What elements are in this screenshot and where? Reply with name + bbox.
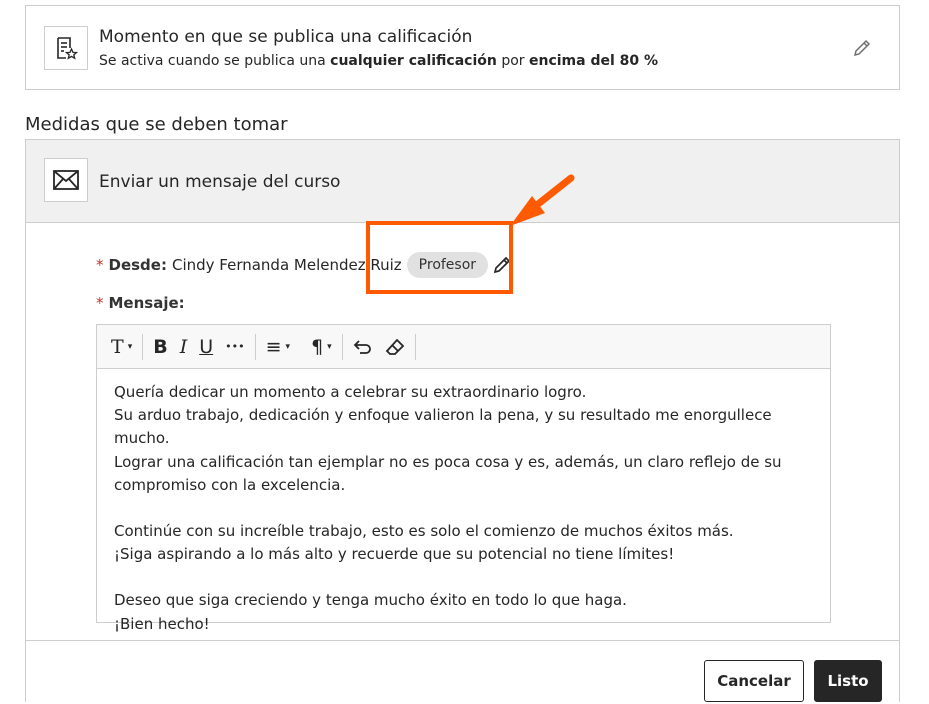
undo-button[interactable] [347, 332, 379, 362]
trigger-card: Momento en que se publica una calificaci… [25, 5, 900, 90]
trigger-edit-button[interactable] [852, 38, 872, 58]
pencil-icon [493, 256, 511, 274]
action-header: Enviar un mensaje del curso [26, 140, 899, 223]
role-badge: Profesor [406, 252, 489, 278]
text-style-icon: T [111, 335, 124, 358]
cancel-button[interactable]: Cancelar [704, 660, 804, 702]
message-line: compromiso con la excelencia. [114, 475, 346, 494]
paragraph-icon: ¶ [311, 335, 324, 358]
trigger-desc-threshold: encima del 80 % [528, 53, 659, 69]
trigger-desc-grade: cualquier calificación [330, 53, 497, 69]
action-title: Enviar un mensaje del curso [99, 172, 341, 192]
message-line: Lograr una calificación tan ejemplar no … [114, 452, 782, 471]
message-line: ¡Bien hecho! [114, 614, 210, 633]
from-name: Cindy Fernanda Melendez Ruiz [171, 256, 402, 274]
toolbar-separator [254, 333, 256, 360]
message-label-row: * Mensaje: [96, 294, 190, 312]
bold-icon: B [153, 335, 168, 358]
text-style-dropdown[interactable]: T ▾ [105, 332, 138, 362]
message-line: Quería dedicar un momento a celebrar su … [114, 383, 587, 401]
message-label: Mensaje: [108, 294, 185, 312]
trigger-icon-box [44, 26, 88, 70]
chevron-down-icon: ▾ [127, 341, 133, 352]
align-left-icon: ≡ [265, 335, 282, 358]
from-edit-button[interactable] [492, 255, 512, 275]
chevron-down-icon: ▾ [327, 341, 332, 352]
toolbar-separator [414, 333, 416, 360]
action-card: Enviar un mensaje del curso * Desde: Cin… [25, 139, 900, 702]
from-row: * Desde: Cindy Fernanda Melendez Ruiz Pr… [96, 252, 512, 278]
toolbar-separator [142, 333, 144, 360]
required-mark: * [96, 294, 104, 312]
action-icon-box [44, 158, 88, 202]
message-blank-line [114, 566, 813, 589]
message-blank-line [114, 497, 813, 520]
action-footer: Cancelar Listo [26, 640, 899, 704]
italic-icon: I [179, 335, 188, 358]
underline-button[interactable]: U [193, 332, 219, 362]
toolbar-separator [341, 333, 343, 360]
more-formatting-button[interactable]: ••• [219, 332, 250, 362]
align-dropdown[interactable]: ≡ ▾ [260, 332, 296, 362]
message-line: Continúe con su increíble trabajo, esto … [114, 522, 734, 541]
message-editor: T ▾ B I U ••• ≡ ▾ ¶ ▾ Quería dedicar un … [96, 324, 831, 633]
paragraph-dropdown[interactable]: ¶ ▾ [305, 332, 338, 362]
from-label: Desde: [108, 256, 167, 274]
required-mark: * [96, 256, 104, 274]
message-line: Deseo que siga creciendo y tenga mucho é… [114, 591, 627, 610]
bold-button[interactable]: B [147, 332, 173, 362]
underline-icon: U [199, 335, 214, 358]
done-button[interactable]: Listo [814, 660, 882, 702]
trigger-desc-prefix: Se activa cuando se publica una [99, 53, 331, 69]
chevron-down-icon: ▾ [285, 341, 291, 352]
message-line: ¡Siga aspirando a lo más alto y recuerde… [114, 545, 675, 564]
undo-icon [353, 339, 371, 354]
editor-toolbar: T ▾ B I U ••• ≡ ▾ ¶ ▾ [97, 325, 830, 369]
message-textarea[interactable]: Quería dedicar un momento a celebrar su … [97, 369, 830, 648]
pencil-icon [853, 39, 871, 57]
envelope-icon [53, 170, 79, 190]
trigger-desc-middle: por [496, 53, 529, 69]
italic-button[interactable]: I [174, 332, 194, 362]
message-line: Su arduo trabajo, dedicación y enfoque v… [114, 406, 772, 448]
section-title: Medidas que se deben tomar [25, 114, 288, 135]
trigger-title: Momento en que se publica una calificaci… [99, 27, 473, 47]
more-icon: ••• [225, 340, 245, 353]
grade-document-icon [57, 37, 79, 60]
clear-formatting-button[interactable] [379, 332, 411, 362]
eraser-icon [385, 338, 404, 355]
trigger-description: Se activa cuando se publica una cualquie… [99, 53, 658, 69]
